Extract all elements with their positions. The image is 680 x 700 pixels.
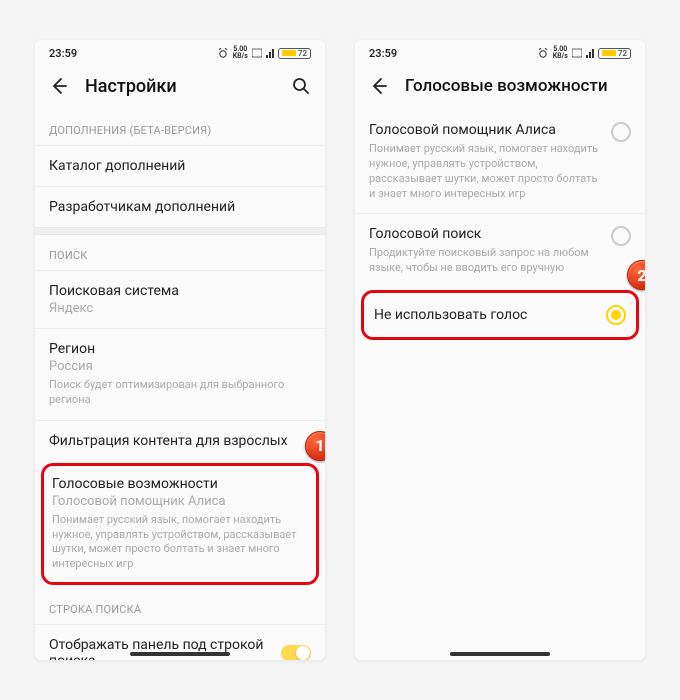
settings-list: ДОПОЛНЕНИЯ (БЕТА-ВЕРСИЯ) Каталог дополне… — [35, 110, 325, 660]
alarm-icon — [537, 48, 549, 58]
volte-icon — [252, 48, 262, 58]
status-bar: 23:59 5.00KB/s 72 — [355, 40, 645, 66]
voice-options: Голосовой помощник Алиса Понимает русски… — [355, 110, 645, 660]
arrow-left-icon — [49, 76, 69, 96]
volte-icon — [572, 48, 582, 58]
section-search: ПОИСК — [35, 235, 325, 270]
phone-right: 23:59 5.00KB/s 72 Голосовые возможности … — [355, 40, 645, 660]
voice-desc: Понимает русский язык, помогает находить… — [52, 513, 308, 572]
alarm-icon — [217, 48, 229, 58]
option-no-voice[interactable]: Не использовать голос — [361, 290, 639, 340]
arrow-left-icon — [369, 76, 389, 96]
page-title: Настройки — [85, 76, 275, 97]
option-voice-search[interactable]: Голосовой поиск Продиктуйте поисковый за… — [355, 213, 645, 288]
phone-left: 23:59 5.00KB/s 72 Настройки ДОПОЛНЕНИЯ (… — [35, 40, 325, 660]
callout-badge-1: 1 — [305, 431, 325, 461]
radio-unselected[interactable] — [611, 122, 631, 142]
voice-sub: Голосовой помощник Алиса — [52, 494, 308, 509]
signal-icon — [586, 48, 594, 58]
section-searchbar: СТРОКА ПОИСКА — [35, 589, 325, 624]
voice-title: Голосовые возможности — [52, 476, 308, 492]
page-title: Голосовые возможности — [405, 76, 633, 96]
nav-pill[interactable] — [450, 652, 550, 656]
nav-pill[interactable] — [130, 652, 230, 656]
search-button[interactable] — [289, 74, 313, 98]
status-indicators: 5.00KB/s 72 — [217, 46, 311, 60]
option-alice[interactable]: Голосовой помощник Алиса Понимает русски… — [355, 110, 645, 213]
toggle-switch[interactable] — [281, 645, 311, 660]
battery-icon: 72 — [278, 48, 311, 59]
status-time: 23:59 — [369, 47, 397, 60]
net-speed: 5.00KB/s — [553, 46, 568, 60]
radio-unselected[interactable] — [611, 226, 631, 246]
section-addons: ДОПОЛНЕНИЯ (БЕТА-ВЕРСИЯ) — [35, 110, 325, 145]
search-icon — [291, 76, 311, 96]
back-button[interactable] — [47, 74, 71, 98]
app-header: Голосовые возможности — [355, 66, 645, 110]
signal-icon — [266, 48, 274, 58]
row-engine[interactable]: Поисковая система Яндекс — [35, 270, 325, 328]
row-region[interactable]: Регион Россия Поиск будет оптимизирован … — [35, 328, 325, 420]
back-button[interactable] — [367, 74, 391, 98]
divider — [35, 227, 325, 235]
net-speed: 5.00KB/s — [233, 46, 248, 60]
row-catalog[interactable]: Каталог дополнений — [35, 145, 325, 186]
radio-selected[interactable] — [606, 305, 626, 325]
row-filter[interactable]: Фильтрация контента для взрослых — [35, 420, 325, 461]
status-bar: 23:59 5.00KB/s 72 — [35, 40, 325, 66]
status-indicators: 5.00KB/s 72 — [537, 46, 631, 60]
app-header: Настройки — [35, 66, 325, 110]
row-dev[interactable]: Разработчикам дополнений — [35, 186, 325, 227]
row-voice-capabilities[interactable]: Голосовые возможности Голосовой помощник… — [41, 463, 319, 585]
battery-icon: 72 — [598, 48, 631, 59]
status-time: 23:59 — [49, 47, 77, 60]
